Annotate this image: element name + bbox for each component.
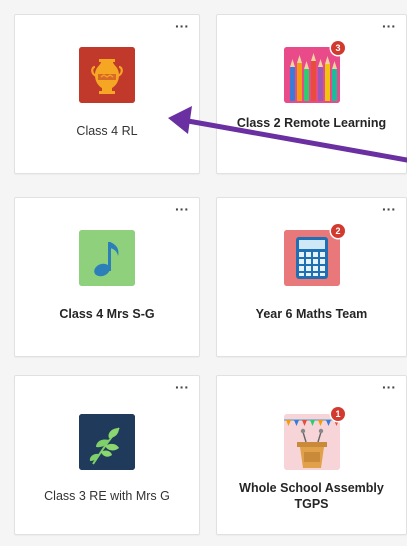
team-card-class-4-rl[interactable]: ··· Class 4 RL — [14, 14, 200, 174]
calculator-icon — [283, 230, 340, 286]
amphora-icon — [79, 47, 135, 103]
team-card-class-4-mrs-s-g[interactable]: ··· Class 4 Mrs S-G — [14, 197, 200, 357]
team-name: Class 3 RE with Mrs G — [44, 489, 170, 503]
team-name: Class 4 Mrs S-G — [59, 307, 155, 321]
team-name: Class 2 Remote Learning — [236, 116, 387, 130]
teams-grid: ··· Class 4 RL ··· 3 Class 2 Remote Lear… — [0, 0, 407, 546]
notification-badge: 1 — [331, 407, 345, 421]
team-name: Year 6 Maths Team — [255, 307, 368, 321]
more-options-icon[interactable]: ··· — [175, 19, 189, 33]
team-card-class-2-remote-learning[interactable]: ··· 3 Class 2 Remote Learning — [216, 14, 407, 174]
notification-badge: 2 — [331, 224, 345, 238]
team-card-class-3-re-with-mrs-g[interactable]: ··· Class 3 RE with Mrs G — [14, 375, 200, 535]
pencils-icon — [283, 47, 340, 103]
more-options-icon[interactable]: ··· — [175, 380, 189, 394]
notification-badge: 3 — [331, 41, 345, 55]
more-options-icon[interactable]: ··· — [382, 202, 396, 216]
more-options-icon[interactable]: ··· — [382, 380, 396, 394]
team-name: Whole School Assembly TGPS — [239, 481, 384, 511]
team-card-year-6-maths-team[interactable]: ··· 2 Year 6 Maths Team — [216, 197, 407, 357]
team-card-whole-school-assembly-tgps[interactable]: ··· 1 Whole School Assembly TGPS — [216, 375, 407, 535]
podium-icon — [283, 414, 340, 470]
music-note-icon — [79, 230, 135, 286]
more-options-icon[interactable]: ··· — [175, 202, 189, 216]
more-options-icon[interactable]: ··· — [382, 19, 396, 33]
leaves-icon — [79, 414, 135, 470]
team-name: Class 4 RL — [76, 124, 138, 138]
